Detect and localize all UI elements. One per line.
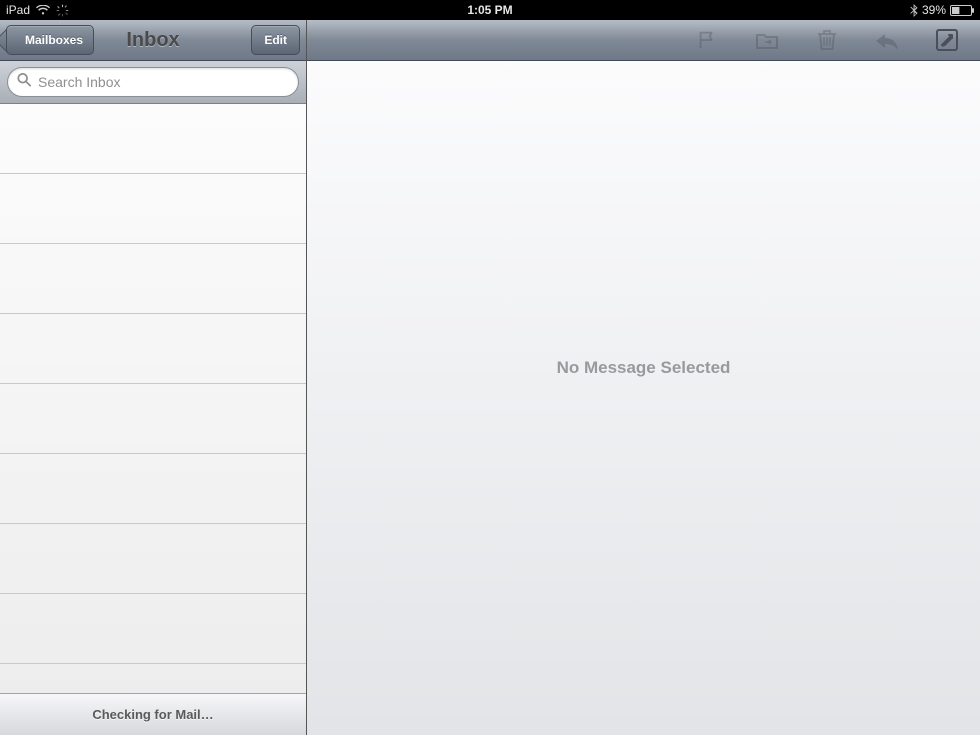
sidebar-title: Inbox <box>126 29 179 52</box>
sidebar-status-bar: Checking for Mail… <box>0 693 306 735</box>
list-item <box>0 174 306 244</box>
message-list[interactable] <box>0 104 306 693</box>
list-item <box>0 384 306 454</box>
reply-icon[interactable] <box>874 27 900 53</box>
device-label: iPad <box>6 3 30 17</box>
search-input[interactable] <box>7 67 299 97</box>
no-message-label: No Message Selected <box>557 358 731 378</box>
sidebar-status-text: Checking for Mail… <box>92 707 213 722</box>
mail-app: Mailboxes Inbox Edit <box>0 20 980 735</box>
wifi-icon <box>36 5 50 15</box>
list-item <box>0 104 306 174</box>
edit-button[interactable]: Edit <box>251 25 300 55</box>
battery-icon <box>950 5 974 16</box>
message-body: No Message Selected <box>307 61 980 735</box>
trash-icon[interactable] <box>814 27 840 53</box>
sidebar: Mailboxes Inbox Edit <box>0 20 307 735</box>
status-time: 1:05 PM <box>467 3 512 17</box>
list-item <box>0 454 306 524</box>
mailboxes-back-button[interactable]: Mailboxes <box>6 25 94 55</box>
edit-button-label: Edit <box>264 33 287 47</box>
list-item <box>0 524 306 594</box>
main-toolbar <box>307 20 980 61</box>
bluetooth-icon <box>910 4 918 17</box>
move-folder-icon[interactable] <box>754 27 780 53</box>
list-item <box>0 314 306 384</box>
status-bar: iPad 1:05 PM 39% <box>0 0 980 20</box>
compose-icon[interactable] <box>934 27 960 53</box>
battery-percent: 39% <box>922 3 946 17</box>
main-pane: No Message Selected <box>307 20 980 735</box>
flag-icon[interactable] <box>694 27 720 53</box>
sidebar-toolbar: Mailboxes Inbox Edit <box>0 20 306 61</box>
back-button-label: Mailboxes <box>25 33 83 47</box>
search-bar <box>0 61 306 104</box>
list-item <box>0 244 306 314</box>
loading-spinner-icon <box>56 4 69 17</box>
list-item <box>0 594 306 664</box>
search-icon <box>17 73 31 92</box>
status-left: iPad <box>6 3 69 17</box>
status-right: 39% <box>910 3 974 17</box>
